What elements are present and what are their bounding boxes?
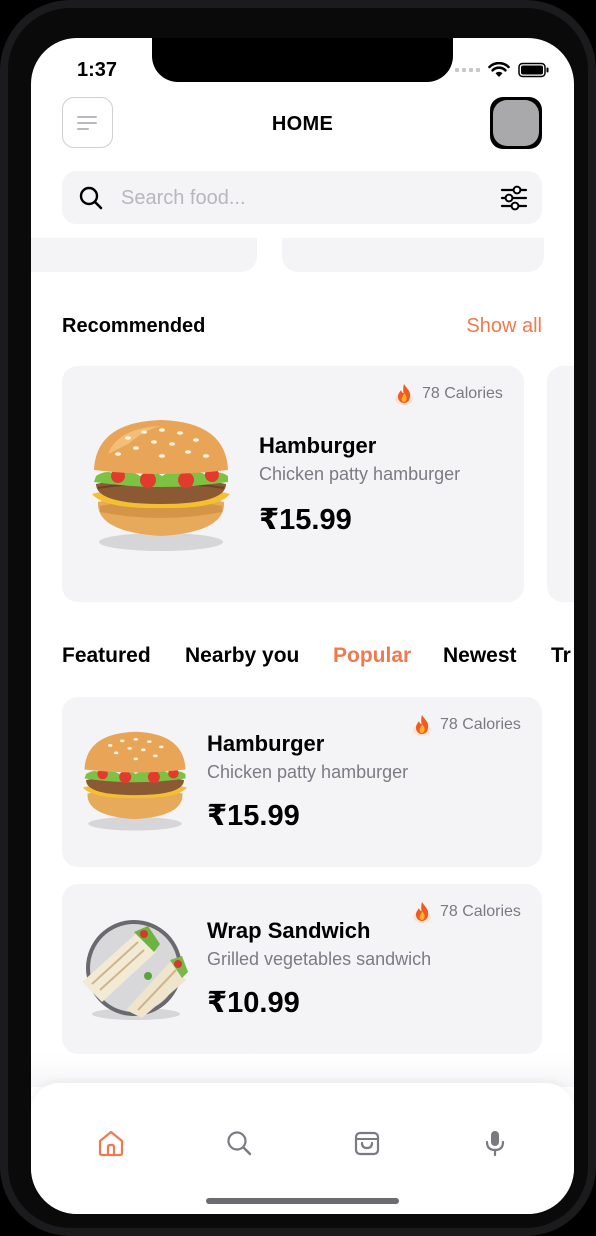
- top-header: HOME: [31, 96, 574, 152]
- flame-icon: [413, 715, 431, 736]
- tab-featured[interactable]: Featured: [62, 644, 151, 668]
- food-list-item[interactable]: 78 Calories Wrap Sandwich Grilled vegeta…: [62, 884, 542, 1054]
- calories-text: 78 Calories: [440, 903, 521, 920]
- signal-icon: [455, 68, 480, 72]
- shopping-bag-icon[interactable]: [353, 1129, 381, 1157]
- tab-nearby-you[interactable]: Nearby you: [185, 644, 299, 668]
- recommended-card[interactable]: 78 Calories Hamburger Chicken patty hamb…: [62, 366, 524, 602]
- calories-badge: 78 Calories: [412, 713, 521, 737]
- status-icons: [455, 62, 550, 78]
- item-name: Wrap Sandwich: [207, 918, 371, 943]
- flame-icon: [413, 902, 431, 923]
- burger-image: [92, 420, 230, 551]
- notch: [152, 38, 453, 82]
- calories-text: 78 Calories: [440, 716, 521, 733]
- burger-image: [83, 731, 187, 831]
- wrap-image: [82, 920, 188, 1020]
- avatar[interactable]: [490, 97, 542, 149]
- item-name: Hamburger: [259, 433, 377, 458]
- recommended-title: Recommended: [62, 315, 206, 337]
- tab-popular[interactable]: Popular: [333, 644, 411, 668]
- promo-banner[interactable]: [31, 238, 257, 272]
- search-input[interactable]: [119, 182, 473, 214]
- item-description: Grilled vegetables sandwich: [207, 949, 432, 969]
- home-icon[interactable]: [97, 1129, 125, 1157]
- filter-icon[interactable]: [500, 185, 528, 211]
- calories-badge: 78 Calories: [394, 382, 503, 406]
- food-list-item[interactable]: 78 Calories Hamburger Chicken patty hamb…: [62, 697, 542, 867]
- promo-banner[interactable]: [282, 238, 544, 272]
- battery-icon: [518, 62, 550, 78]
- search-icon[interactable]: [225, 1129, 253, 1157]
- microphone-icon[interactable]: [481, 1129, 509, 1157]
- calories-badge: 78 Calories: [412, 900, 521, 924]
- search-icon: [79, 186, 103, 210]
- device-frame: 1:37 HOME Search food... Recommended Sho…: [0, 0, 596, 1236]
- recommended-card[interactable]: [547, 366, 574, 602]
- scroll-fade: [31, 1053, 574, 1087]
- wifi-icon: [488, 62, 510, 78]
- app-screen: 1:37 HOME Search food... Recommended Sho…: [31, 38, 574, 1214]
- device-bezel: 1:37 HOME Search food... Recommended Sho…: [8, 8, 588, 1228]
- calories-text: 78 Calories: [422, 385, 503, 402]
- tab-newest[interactable]: Newest: [443, 644, 517, 668]
- item-price: ₹15.99: [259, 504, 352, 536]
- show-all-link[interactable]: Show all: [466, 315, 542, 338]
- search-bar: [62, 171, 542, 224]
- item-description: Chicken patty hamburger: [207, 762, 409, 782]
- item-price: ₹10.99: [207, 987, 300, 1019]
- tab-trending[interactable]: Tr: [551, 644, 571, 668]
- item-description: Chicken patty hamburger: [259, 464, 461, 484]
- home-indicator: [206, 1198, 399, 1204]
- item-price: ₹15.99: [207, 800, 300, 832]
- item-name: Hamburger: [207, 731, 325, 756]
- flame-icon: [395, 384, 413, 405]
- bottom-tab-bar: [31, 1083, 574, 1214]
- status-time: 1:37: [77, 59, 118, 81]
